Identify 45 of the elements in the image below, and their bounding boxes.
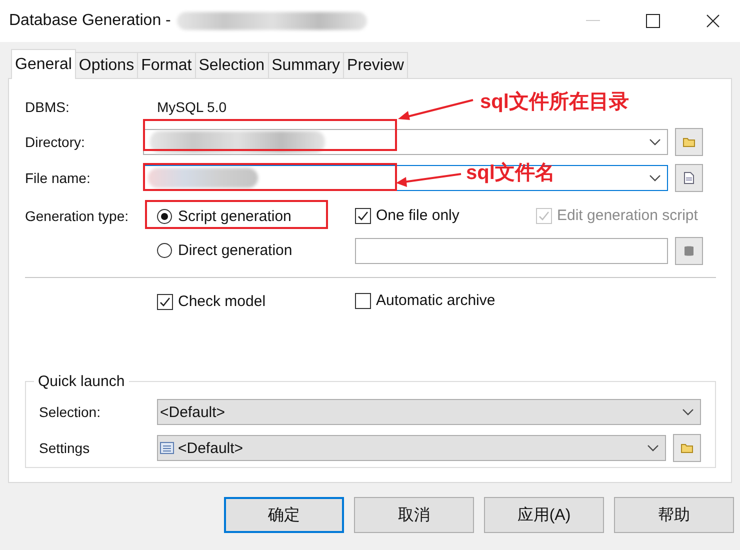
field-label: Directory: [25, 134, 86, 150]
field-label: Selection: [39, 404, 102, 420]
checkbox[interactable]: Check model [157, 293, 266, 310]
check-icon [357, 210, 369, 222]
maximize-icon[interactable] [646, 14, 660, 28]
field-label: File name: [25, 170, 92, 186]
checkbox[interactable]: Automatic archive [355, 292, 496, 310]
annotation-arrow [396, 173, 462, 187]
checkbox[interactable]: One file only [355, 207, 460, 224]
dropdown-caret-icon [682, 408, 694, 416]
group-title: Quick launch [34, 373, 129, 390]
database-button[interactable] [675, 237, 703, 265]
directory-combo[interactable] [143, 129, 668, 155]
dropdown-caret-icon [649, 138, 661, 146]
settings-combo[interactable]: <Default> [157, 435, 666, 461]
folder-icon [681, 443, 693, 453]
check-icon [159, 296, 171, 308]
list-icon [160, 442, 174, 454]
dropdown-caret-icon [649, 174, 661, 182]
field-label: Settings [39, 440, 91, 456]
browse-button[interactable] [673, 434, 701, 462]
window-title: Database Generation - [9, 12, 171, 30]
radio-button[interactable]: Direct generation [157, 242, 292, 258]
dialog-button[interactable]: 帮助 [614, 497, 734, 533]
document-icon [684, 172, 694, 184]
dbms-value: MySQL 5.0 [157, 98, 227, 114]
database-icon [684, 245, 694, 257]
field-label: Generation type: [25, 208, 130, 224]
close-icon[interactable] [706, 14, 720, 28]
connection-field[interactable] [355, 238, 668, 264]
properties-button[interactable] [675, 164, 703, 192]
dialog-button[interactable]: 取消 [354, 497, 474, 533]
dialog-button[interactable]: 确定 [224, 497, 344, 533]
selection-combo[interactable]: <Default> [157, 399, 701, 425]
tab[interactable]: Preview [343, 52, 408, 78]
check-icon [538, 210, 550, 222]
dropdown-caret-icon [647, 444, 659, 452]
annotation-note: sql文件所在目录 [480, 90, 629, 115]
browse-button[interactable] [675, 128, 703, 156]
field-label: DBMS: [25, 98, 70, 114]
dialog-button[interactable]: 应用(A) [484, 497, 604, 533]
radio-button[interactable]: Script generation [157, 208, 292, 225]
folder-icon [683, 137, 695, 147]
annotation-note: sql文件名 [466, 160, 555, 186]
tab[interactable]: General [11, 49, 76, 79]
